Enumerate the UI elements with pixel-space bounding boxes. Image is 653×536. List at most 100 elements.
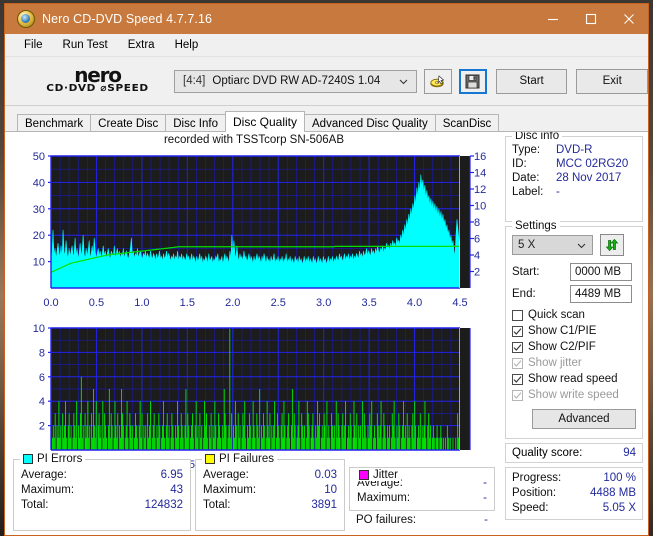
checkbox-show-c2-pif[interactable]: Show C2/PIF [512,339,636,355]
menu-item-file[interactable]: File [14,37,53,53]
svg-text:6: 6 [474,234,480,246]
chart-caption: recorded with TSSTcorp SN-506AB [163,134,345,146]
maximize-icon[interactable] [572,4,610,34]
po-failures-label: PO failures: [356,514,417,526]
start-label: Start: [512,266,540,278]
pi-failures-legend-label: PI Failures [219,453,274,465]
svg-text:4: 4 [39,396,45,408]
eject-disc-button[interactable] [423,68,452,94]
disc-id-value: MCC 02RG20 [556,158,629,170]
pi-errors-total-row: Total: 124832 [21,498,183,513]
exit-button[interactable]: Exit [576,68,648,94]
pi-errors-average-value: 6.95 [160,469,183,481]
svg-text:0.5: 0.5 [89,297,104,309]
pi-errors-color-swatch [23,454,33,464]
drive-name-label: Optiarc DVD RW AD-7240S 1.04 [212,75,381,87]
disc-type-value: DVD-R [556,144,593,156]
pi-errors-legend: PI Errors [20,453,86,465]
svg-text:30: 30 [33,204,45,216]
pi-failures-average-label: Average: [203,469,249,481]
refresh-button[interactable] [600,234,624,256]
end-label: End: [512,288,536,300]
svg-text:3.0: 3.0 [316,297,331,309]
pi-errors-average-row: Average: 6.95 [21,468,183,483]
pi-failures-maximum-value: 10 [324,484,337,496]
tab-scandisc[interactable]: ScanDisc [434,114,500,132]
tab-benchmark[interactable]: Benchmark [17,114,92,132]
disc-date-value: 28 Nov 2017 [556,172,622,184]
checkbox-box [512,309,523,321]
menu-item-run-test[interactable]: Run Test [53,37,118,53]
pi-errors-average-label: Average: [21,469,67,481]
pi-errors-chart: 10 20 30 40 50 2 4 6 8 10 12 14 16 0.0 0.5 1.0 1.5 2.0 2.5… [33,151,487,309]
checkbox-show-write-speed: Show write speed [512,387,636,403]
start-input[interactable]: 0000 MB [570,263,632,281]
pi-failures-total-label: Total: [203,499,231,511]
chevron-down-icon [577,241,586,250]
svg-text:6: 6 [39,372,45,384]
drive-select-dropdown[interactable]: [4:4] Optiarc DVD RW AD-7240S 1.04 [174,69,417,93]
nero-disc-icon [17,10,35,28]
jitter-stats: Jitter Average: - Maximum: - PO failures… [349,459,495,531]
quality-score-label: Quality score: [512,447,583,459]
pi-failures-maximum-label: Maximum: [203,484,257,496]
tab-disc-info[interactable]: Disc Info [165,114,226,132]
menu-bar: File Run Test Extra Help [5,34,648,57]
progress-label: Progress: [512,472,562,484]
svg-text:2.5: 2.5 [271,297,286,309]
tab-advanced-disc-quality[interactable]: Advanced Disc Quality [304,114,436,132]
charts-column: recorded with TSSTcorp SN-506AB 10 20 30 40… [5,132,503,535]
sidebar: Disc info Type: DVD-R ID: MCC 02RG20 Dat… [503,132,648,535]
svg-text:2.0: 2.0 [225,297,240,309]
svg-text:16: 16 [474,151,486,163]
svg-text:4.5: 4.5 [452,297,467,309]
pi-failures-average-value: 0.03 [314,469,337,481]
pi-errors-total-value: 124832 [144,499,183,511]
advanced-button[interactable]: Advanced [532,409,636,429]
position-row: Position: 4488 MB [512,486,636,501]
end-input[interactable]: 4489 MB [570,285,632,303]
settings-legend: Settings [512,220,560,232]
svg-text:50: 50 [33,151,45,163]
checkbox-label: Show jitter [528,357,582,369]
checkbox-label: Show write speed [528,389,619,401]
tab-strip: Benchmark Create Disc Disc Info Disc Qua… [5,111,648,132]
checkbox-quick-scan[interactable]: Quick scan [512,307,636,323]
checkbox-label: Show C1/PIE [528,325,597,337]
progress-value: 100 % [603,472,636,484]
tab-create-disc[interactable]: Create Disc [90,114,167,132]
start-button[interactable]: Start [495,68,568,94]
speed-row: Speed: 5.05 X [512,501,636,516]
tab-disc-quality[interactable]: Disc Quality [225,111,306,132]
jitter-legend-label: Jitter [373,469,398,481]
disc-id-label: ID: [512,158,527,170]
pi-errors-total-label: Total: [21,499,49,511]
jitter-maximum-value: - [483,492,487,504]
checkbox-show-read-speed[interactable]: Show read speed [512,371,636,387]
start-field-row: Start: 0000 MB [512,263,636,281]
save-results-button[interactable] [458,68,487,94]
settings-group: Settings 5 X Start: 0000 MB End: 4489 MB… [505,220,643,439]
jitter-average-value: - [483,477,487,489]
jitter-maximum-label: Maximum: [357,492,411,504]
menu-item-extra[interactable]: Extra [118,37,165,53]
po-failures-row: PO failures: - [349,511,495,528]
statistics-row: PI Errors Average: 6.95 Maximum: 43 Tota… [13,453,499,531]
svg-text:40: 40 [33,177,45,189]
pi-errors-stats: PI Errors Average: 6.95 Maximum: 43 Tota… [13,453,191,531]
svg-text:2: 2 [474,267,480,279]
checkbox-box [512,341,523,353]
close-icon[interactable] [610,4,648,34]
menu-item-help[interactable]: Help [165,37,209,53]
nero-logo-wordmark: nero [74,63,122,87]
status-box: Progress: 100 % Position: 4488 MB Speed:… [505,467,643,520]
speed-select[interactable]: 5 X [512,235,593,255]
checkbox-show-jitter: Show jitter [512,355,636,371]
progress-row: Progress: 100 % [512,471,636,486]
checkbox-show-c1-pie[interactable]: Show C1/PIE [512,323,636,339]
disc-info-grid: Type: DVD-R ID: MCC 02RG20 Date: 28 Nov … [512,144,636,198]
minimize-icon[interactable] [534,4,572,34]
svg-text:10: 10 [33,323,45,335]
pi-failures-average-row: Average: 0.03 [203,468,337,483]
disc-type-label: Type: [512,144,541,156]
